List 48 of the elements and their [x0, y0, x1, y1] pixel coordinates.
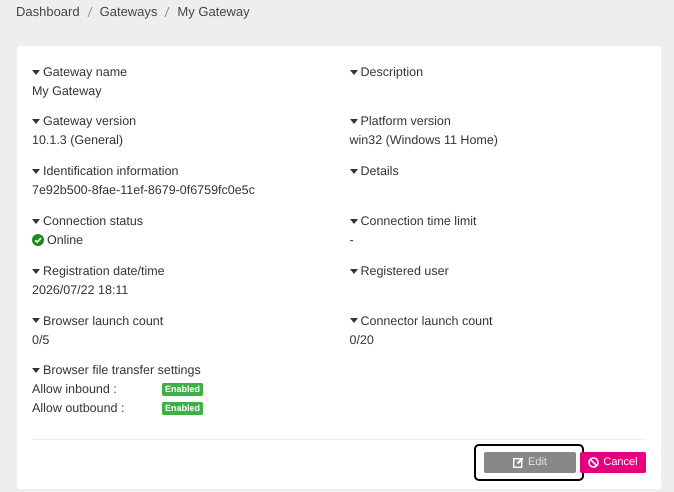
field-value: 7e92b500-8fae-11ef-8679-0f6759fc0e5c — [32, 182, 255, 200]
field-label: Identification information — [43, 163, 178, 180]
setting-label: Allow outbound : — [32, 400, 126, 417]
setting-label: Allow inbound : — [32, 380, 118, 398]
field-value: Online — [47, 232, 84, 250]
slash-icon — [164, 6, 170, 18]
field-label: Connection status — [43, 213, 144, 230]
field-value: My Gateway — [32, 82, 102, 100]
caret-icon — [350, 268, 358, 274]
field-label: Browser launch count — [43, 312, 164, 330]
caret-icon — [32, 70, 40, 74]
field-value: win32 (Windows 11 Home) — [350, 132, 498, 150]
slash-icon — [86, 6, 93, 18]
caret-icon — [32, 368, 40, 374]
caret-icon — [32, 268, 40, 274]
field-value: - — [350, 232, 354, 250]
ban-icon — [588, 457, 600, 468]
check-circle-icon — [32, 234, 44, 246]
status-badge: Enabled — [162, 382, 204, 396]
field-label: Gateway version — [43, 113, 136, 130]
field-value: 0/20 — [350, 332, 374, 349]
field-label: Details — [360, 163, 399, 180]
caret-icon — [350, 318, 358, 324]
field-value: 10.1.3 (General) — [32, 132, 124, 150]
breadcrumb-item[interactable]: Gateways — [100, 2, 158, 22]
field-label: Connector launch count — [360, 312, 493, 330]
caret-icon — [32, 218, 40, 224]
field-label: Registration date/time — [43, 262, 165, 280]
field-label: Description — [360, 64, 424, 81]
field-value: 2026/07/22 18:11 — [32, 282, 128, 299]
caret-icon — [350, 218, 358, 224]
caret-icon — [350, 119, 358, 124]
cancel-button[interactable]: Cancel — [580, 452, 646, 473]
field-label: Connection time limit — [360, 213, 477, 230]
field-value: 0/5 — [32, 332, 50, 349]
caret-icon — [350, 70, 358, 74]
status-badge: Enabled — [162, 402, 204, 415]
caret-icon — [32, 169, 40, 174]
edit-icon — [513, 457, 524, 468]
field-label: Platform version — [360, 113, 451, 130]
field-label: Gateway name — [43, 64, 128, 81]
breadcrumb-item: My Gateway — [177, 2, 250, 21]
field-label: Browser file transfer settings — [43, 362, 201, 380]
caret-icon — [32, 119, 40, 124]
caret-icon — [32, 318, 40, 324]
field-label: Registered user — [360, 262, 449, 280]
caret-icon — [350, 169, 358, 174]
breadcrumb-item[interactable]: Dashboard — [16, 2, 80, 22]
